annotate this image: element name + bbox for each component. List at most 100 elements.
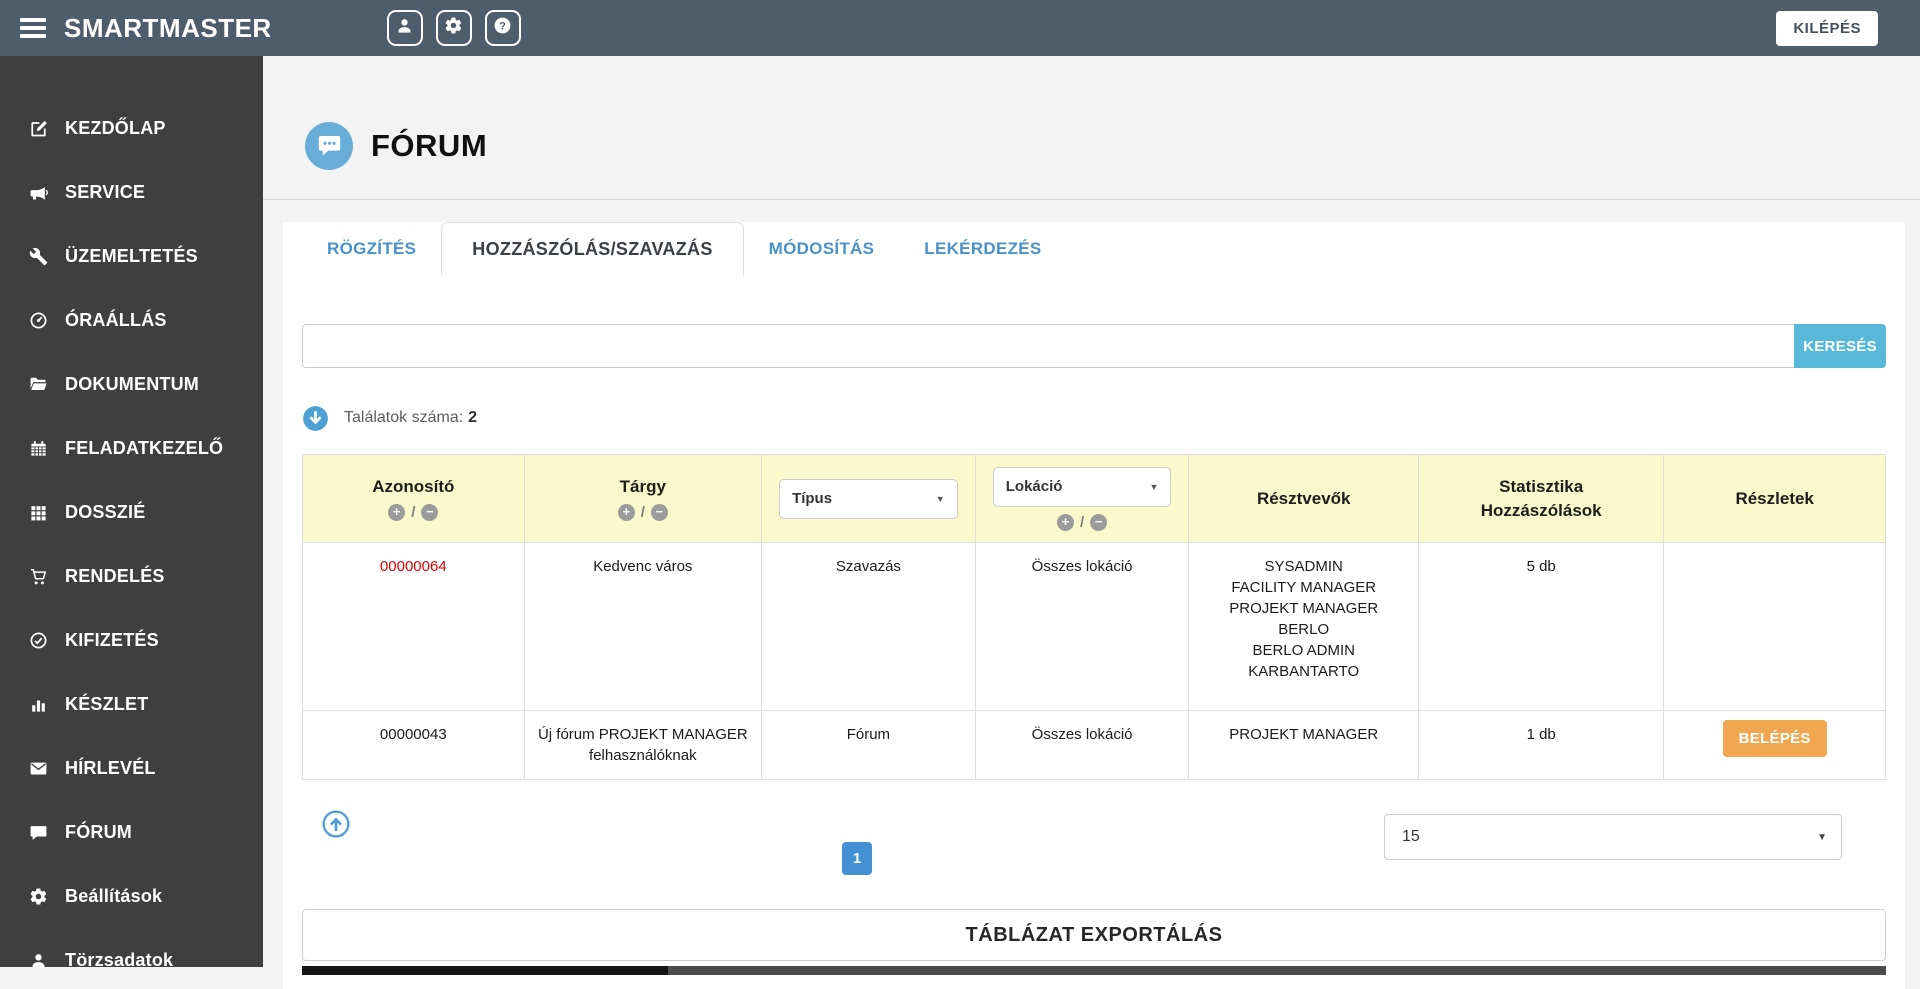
column-resztvevok: Résztvevők <box>1188 454 1419 543</box>
cell-tipus: Fórum <box>846 726 891 743</box>
wrench-icon <box>26 247 50 266</box>
search-button[interactable]: KERESÉS <box>1794 324 1886 368</box>
sidebar-item-beallitasok[interactable]: Beállítások <box>0 864 263 928</box>
column-lokacio: Lokáció ▼ + / − <box>974 454 1190 543</box>
sidebar-item-dokumentum[interactable]: DOKUMENTUM <box>0 352 263 416</box>
topbar: SMARTMASTER ? KILÉPÉS <box>0 0 1920 56</box>
sidebar-item-label: Beállítások <box>65 885 163 906</box>
cell-targy: Új fórum PROJEKT MANAGER felhasználóknak <box>537 726 748 764</box>
cell-lokacio: Összes lokáció <box>1031 726 1133 743</box>
sort-desc-icon[interactable]: − <box>1090 513 1108 531</box>
main-content: FÓRUM RÖGZÍTÉS HOZZÁSZÓLÁS/SZAVAZÁS MÓDO… <box>263 56 1920 989</box>
tab-rogzites[interactable]: RÖGZÍTÉS <box>302 222 441 276</box>
pagination-page-1[interactable]: 1 <box>842 842 872 875</box>
sidebar: KEZDŐLAP SERVICE ÜZEMELTETÉS ÓRAÁLLÁS DO… <box>0 56 263 970</box>
sidebar-item-label: ÜZEMELTETÉS <box>65 245 198 266</box>
enter-button[interactable]: BELÉPÉS <box>1722 720 1827 757</box>
shopping-cart-icon <box>26 567 50 586</box>
cell-targy: Kedvenc város <box>593 558 693 575</box>
column-label: Azonosító <box>372 476 455 496</box>
row-id: 00000043 <box>379 726 447 743</box>
chevron-down-icon: ▼ <box>1817 831 1827 843</box>
gear-icon <box>26 887 50 906</box>
column-label: Részletek <box>1735 488 1814 508</box>
chevron-down-icon: ▼ <box>1149 481 1159 492</box>
lokacio-filter-select[interactable]: Lokáció ▼ <box>992 466 1172 507</box>
table-footer: 1 15 ▼ TÁBLÁZAT EXPORTÁLÁS <box>302 780 1886 975</box>
row-id-link[interactable]: 00000064 <box>380 558 447 575</box>
app-title: SMARTMASTER <box>64 12 272 43</box>
user-icon <box>395 16 414 40</box>
column-azonosito: Azonosító + / − <box>302 454 525 543</box>
question-icon: ? <box>493 16 512 40</box>
sort-separator: / <box>640 504 645 522</box>
sort-asc-icon[interactable]: + <box>388 504 406 522</box>
gear-icon <box>444 16 463 40</box>
sidebar-item-service[interactable]: SERVICE <box>0 160 263 224</box>
scroll-up-icon[interactable] <box>322 810 350 838</box>
tab-lekerdezes[interactable]: LEKÉRDEZÉS <box>899 222 1066 276</box>
sidebar-item-label: DOKUMENTUM <box>65 373 199 394</box>
sidebar-item-kifizetes[interactable]: KIFIZETÉS <box>0 608 263 672</box>
page-size-value: 15 <box>1402 828 1420 845</box>
sidebar-item-label: KIFIZETÉS <box>65 629 159 650</box>
sort-asc-icon[interactable]: + <box>1057 513 1075 531</box>
participant: KARBANTARTO <box>1248 663 1360 680</box>
sidebar-item-oraallas[interactable]: ÓRAÁLLÁS <box>0 288 263 352</box>
lokacio-filter-value: Lokáció <box>1005 478 1063 495</box>
sort-desc-icon[interactable]: − <box>650 504 668 522</box>
column-label: Tárgy <box>619 476 666 496</box>
column-label-line2: Hozzászólások <box>1480 500 1602 520</box>
forum-icon <box>305 121 353 170</box>
table-row: 00000064 Kedvenc város Szavazás Összes l… <box>302 542 1886 711</box>
comment-icon <box>26 823 50 842</box>
sidebar-item-feladatkezelo[interactable]: FELADATKEZELŐ <box>0 416 263 480</box>
participant: PROJEKT MANAGER <box>1229 726 1379 743</box>
settings-button[interactable] <box>435 10 472 46</box>
sidebar-item-hirlevel[interactable]: HÍRLEVÉL <box>0 736 263 800</box>
help-button[interactable]: ? <box>484 10 521 46</box>
sidebar-item-label: KEZDŐLAP <box>65 117 166 138</box>
page-title: FÓRUM <box>371 127 488 163</box>
export-table-button[interactable]: TÁBLÁZAT EXPORTÁLÁS <box>302 909 1886 961</box>
menu-icon[interactable] <box>20 18 46 38</box>
sidebar-item-label: KÉSZLET <box>65 693 149 714</box>
tipus-filter-value: Típus <box>792 490 833 507</box>
sidebar-item-label: DOSSZIÉ <box>65 501 146 522</box>
page-size-select[interactable]: 15 ▼ <box>1384 814 1842 860</box>
sidebar-item-label: HÍRLEVÉL <box>65 757 156 778</box>
sidebar-item-label: FÓRUM <box>65 821 132 842</box>
bar-chart-icon <box>26 695 50 714</box>
column-targy: Tárgy + / − <box>523 454 763 543</box>
results-count: 2 <box>468 409 478 426</box>
user-button[interactable] <box>386 10 423 46</box>
cell-resztvevok: SYSADMIN FACILITY MANAGER PROJEKT MANAGE… <box>1188 542 1419 711</box>
sidebar-item-keszlet[interactable]: KÉSZLET <box>0 672 263 736</box>
chevron-down-icon: ▼ <box>935 493 945 504</box>
results-label: Találatok száma: <box>344 409 464 426</box>
calendar-icon <box>26 439 50 458</box>
envelope-icon <box>26 759 50 778</box>
participant: FACILITY MANAGER <box>1231 579 1377 596</box>
cell-tipus: Szavazás <box>835 558 901 575</box>
forum-table: Azonosító + / − Tárgy + / − Típus ▼ Loká… <box>302 454 1886 780</box>
column-statisztika: Statisztika Hozzászólások <box>1417 454 1665 543</box>
tab-bar: RÖGZÍTÉS HOZZÁSZÓLÁS/SZAVAZÁS MÓDOSÍTÁS … <box>302 222 1886 276</box>
sort-desc-icon[interactable]: − <box>421 504 439 522</box>
sidebar-item-uzemeltetes[interactable]: ÜZEMELTETÉS <box>0 224 263 288</box>
scroll-down-icon[interactable] <box>302 405 329 432</box>
sidebar-item-kezdolap[interactable]: KEZDŐLAP <box>0 96 263 160</box>
sort-asc-icon[interactable]: + <box>617 504 635 522</box>
sidebar-item-label: FELADATKEZELŐ <box>65 437 224 458</box>
column-reszletek: Részletek <box>1663 454 1886 543</box>
sidebar-item-dosszie[interactable]: DOSSZIÉ <box>0 480 263 544</box>
search-input[interactable] <box>302 324 1794 368</box>
cutoff-bottom-strip <box>302 966 1886 975</box>
logout-button[interactable]: KILÉPÉS <box>1776 10 1878 46</box>
sidebar-item-forum[interactable]: FÓRUM <box>0 800 263 864</box>
tab-modositas[interactable]: MÓDOSÍTÁS <box>744 222 900 276</box>
tipus-filter-select[interactable]: Típus ▼ <box>779 478 958 519</box>
tab-hozzaszolas-szavazas[interactable]: HOZZÁSZÓLÁS/SZAVAZÁS <box>441 222 744 276</box>
column-label: Résztvevők <box>1256 488 1351 508</box>
sidebar-item-rendeles[interactable]: RENDELÉS <box>0 544 263 608</box>
